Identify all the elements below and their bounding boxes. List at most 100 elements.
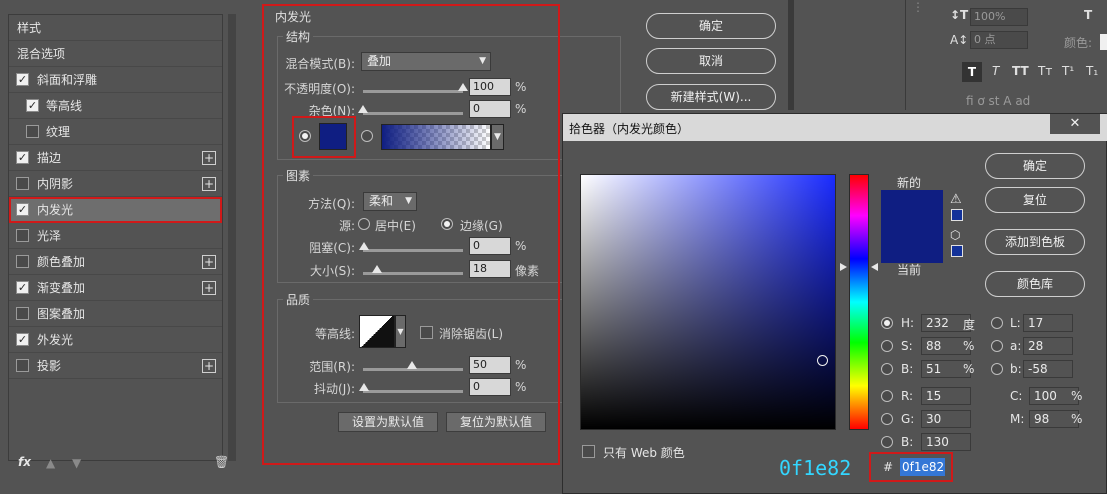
faux-italic-icon[interactable]: T [992,64,999,78]
small-caps-icon[interactable]: Tт [1038,64,1052,78]
close-icon[interactable]: ✕ [1050,114,1100,134]
add-drop-shadow-button[interactable]: + [202,358,216,373]
checkbox-inner-shadow[interactable] [16,177,29,190]
checkbox-color-overlay[interactable] [16,255,29,268]
list-item-inner-glow[interactable]: ✓ 内发光 [9,197,222,223]
checkbox-inner-glow[interactable]: ✓ [16,203,29,216]
list-item-bevel-emboss[interactable]: ✓ 斜面和浮雕 [9,67,222,93]
b-channel-radio[interactable] [991,363,1003,375]
a-channel-radio[interactable] [991,340,1003,352]
ok-button[interactable]: 确定 [646,13,776,39]
style-list-scrollbar[interactable] [228,14,236,461]
add-stroke-button[interactable]: + [202,150,216,165]
checkbox-outer-glow[interactable]: ✓ [16,333,29,346]
blue-input[interactable]: 130 [921,433,971,451]
checkbox-contour[interactable]: ✓ [26,99,39,112]
add-inner-shadow-button[interactable]: + [202,176,216,191]
checkbox-stroke[interactable]: ✓ [16,151,29,164]
tracking-input[interactable]: 100% [970,8,1028,26]
red-label: R: [901,389,914,403]
green-radio[interactable] [881,413,893,425]
list-item-label: 渐变叠加 [37,281,86,295]
picker-ok-button[interactable]: 确定 [985,153,1085,179]
subscript-icon[interactable]: T₁ [1086,64,1098,78]
checkbox-texture[interactable] [26,125,39,138]
color-libraries-button[interactable]: 颜色库 [985,271,1085,297]
list-item-blending-options[interactable]: 混合选项 [9,41,222,67]
list-item-drop-shadow[interactable]: 投影 + [9,353,222,379]
list-item-stroke[interactable]: ✓ 描边 + [9,145,222,171]
list-item-satin[interactable]: 光泽 [9,223,222,249]
saturation-radio[interactable] [881,340,893,352]
web-colors-only-label: 只有 Web 颜色 [603,446,685,460]
new-style-button[interactable]: 新建样式(W)... [646,84,776,110]
current-color-swatch[interactable] [881,227,943,263]
list-item-label: 外发光 [37,333,74,347]
fx-icon[interactable]: fx [18,455,31,469]
a-channel-input[interactable]: 28 [1023,337,1073,355]
all-caps-icon[interactable]: TT [1012,64,1029,78]
list-item-color-overlay[interactable]: 颜色叠加 + [9,249,222,275]
web-colors-only-checkbox[interactable] [582,445,595,458]
picker-titlebar[interactable]: 拾色器（内发光颜色） ✕ [563,114,1107,141]
a-channel-label: a: [1010,339,1022,353]
add-color-overlay-button[interactable]: + [202,254,216,269]
inner-glow-highlight [262,4,560,465]
list-item-label: 斜面和浮雕 [37,73,98,87]
checkbox-satin[interactable] [16,229,29,242]
list-item-outer-glow[interactable]: ✓ 外发光 [9,327,222,353]
hue-slider[interactable] [849,174,869,430]
lightness-radio[interactable] [991,317,1003,329]
hue-arrow-right-icon[interactable] [871,263,878,271]
checkbox-gradient-overlay[interactable]: ✓ [16,281,29,294]
current-color-label: 当前 [897,263,922,277]
hue-radio[interactable] [881,317,893,329]
web-safe-swatch[interactable] [951,245,963,257]
divider [788,0,794,110]
faux-bold-icon[interactable]: T [962,62,982,82]
saturation-brightness-field[interactable] [580,174,836,430]
green-input[interactable]: 30 [921,410,971,428]
add-gradient-overlay-button[interactable]: + [202,280,216,295]
color-cursor[interactable] [817,355,828,366]
gamut-swatch[interactable] [951,209,963,221]
checkbox-drop-shadow[interactable] [16,359,29,372]
trash-icon[interactable]: 🗑 [214,455,229,469]
list-item-contour[interactable]: ✓ 等高线 [9,93,222,119]
b-channel-input[interactable]: -58 [1023,360,1073,378]
list-item-pattern-overlay[interactable]: 图案叠加 [9,301,222,327]
list-item-styles[interactable]: 样式 [9,15,222,41]
web-safe-cube-icon[interactable]: ⬡ [950,228,960,242]
brightness-unit: % [963,362,975,376]
list-item-texture[interactable]: 纹理 [9,119,222,145]
baseline-shift-icon: A↕ [950,33,969,47]
ligature-icon[interactable]: fi ơ st A ad [966,94,1030,108]
lightness-input[interactable]: 17 [1023,314,1073,332]
checkbox-bevel-emboss[interactable]: ✓ [16,73,29,86]
red-radio[interactable] [881,390,893,402]
checkbox-pattern-overlay[interactable] [16,307,29,320]
hex-label: # [883,460,894,474]
new-color-label: 新的 [897,176,922,190]
add-to-swatches-button[interactable]: 添加到色板 [985,229,1085,255]
blue-radio[interactable] [881,436,893,448]
cancel-button[interactable]: 取消 [646,48,776,74]
list-item-label: 图案叠加 [37,307,86,321]
list-item-gradient-overlay[interactable]: ✓ 渐变叠加 + [9,275,222,301]
text-color-swatch[interactable] [1100,34,1107,50]
brightness-radio[interactable] [881,363,893,375]
style-list-panel: 样式 混合选项 ✓ 斜面和浮雕 ✓ 等高线 纹理 ✓ 描边 + 内阴影 + ✓ [0,0,238,494]
lightness-label: L: [1010,316,1021,330]
hex-input[interactable]: 0f1e82 [900,458,945,476]
blue-label: B: [901,435,914,449]
red-input[interactable]: 15 [921,387,971,405]
collapse-icon[interactable]: ⋮ [912,0,924,14]
move-down-icon[interactable]: ▼ [72,456,81,470]
hue-arrow-left-icon[interactable] [840,263,847,271]
superscript-icon[interactable]: T¹ [1062,64,1074,78]
move-up-icon[interactable]: ▲ [46,456,55,470]
picker-reset-button[interactable]: 复位 [985,187,1085,213]
baseline-shift-input[interactable]: 0 点 [970,31,1028,49]
list-item-inner-shadow[interactable]: 内阴影 + [9,171,222,197]
out-of-gamut-warning-icon[interactable]: ⚠ [950,192,962,207]
